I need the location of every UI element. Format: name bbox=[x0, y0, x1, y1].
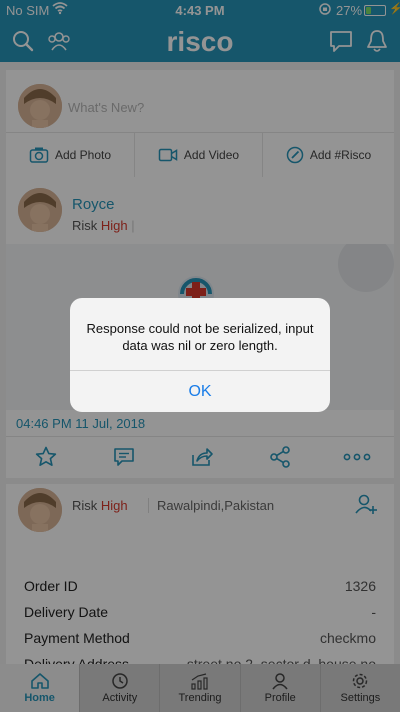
alert-message: Response could not be serialized, input … bbox=[86, 321, 314, 353]
alert-ok-button[interactable]: OK bbox=[70, 370, 330, 412]
error-alert: Response could not be serialized, input … bbox=[70, 298, 330, 412]
